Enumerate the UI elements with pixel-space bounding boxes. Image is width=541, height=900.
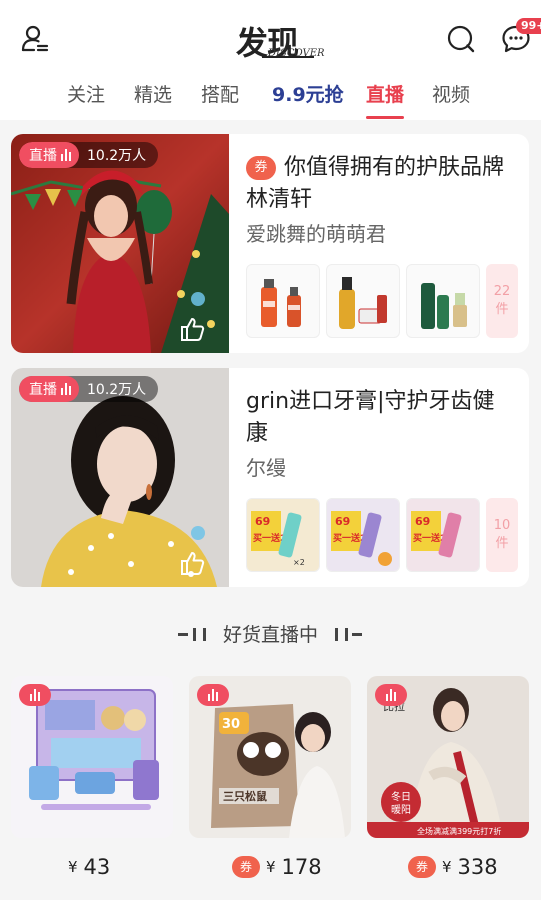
more-count: 22 xyxy=(493,284,511,299)
stream-title: grin进口牙膏|守护牙齿健康 xyxy=(246,389,495,446)
currency-symbol: ¥ xyxy=(68,858,78,876)
active-tab-indicator xyxy=(366,116,404,119)
live-label: 直播 xyxy=(29,148,57,164)
more-products-button[interactable]: 10 件 xyxy=(486,498,518,572)
search-icon xyxy=(447,25,475,53)
like-bubble-icon xyxy=(191,292,205,306)
coupon-badge: 券 xyxy=(232,856,260,878)
section-header: 好货直播中 xyxy=(0,620,541,650)
category-tabs: 关注 精选 搭配 9.9元抢 直播 视频 xyxy=(0,76,541,120)
product-card[interactable]: 比拉 全场满减满399元打7折 冬日 暖阳 xyxy=(367,676,529,838)
streamer-photo: 直播 10.2万人 xyxy=(11,368,229,587)
discover-logo: 发现 DISCOVER xyxy=(232,18,325,62)
winter-tag-line1: 冬日 xyxy=(391,790,411,803)
streamer-name: 爱跳舞的萌萌君 xyxy=(246,222,386,246)
logo-subtext: DISCOVER xyxy=(268,48,325,59)
user-profile-button[interactable] xyxy=(16,20,54,58)
live-label: 直播 xyxy=(29,382,57,398)
skincare-bottles-image xyxy=(261,279,301,327)
live-bars-icon xyxy=(208,689,218,701)
currency-symbol: ¥ xyxy=(266,858,276,876)
toothpaste-promo-image: 69 买一送2 ×2 xyxy=(247,499,319,571)
title-decoration-right-bar xyxy=(345,628,348,641)
brand-name: 三只松鼠 xyxy=(223,789,267,803)
section-title: 好货直播中 xyxy=(222,624,318,646)
product-card[interactable]: 30 三只松鼠 xyxy=(189,676,351,838)
live-bars-icon xyxy=(61,383,71,395)
product-thumbnail[interactable]: 69 买一送2 xyxy=(406,498,480,572)
stream-title-text: 你值得拥有的护肤品牌林清轩 xyxy=(246,155,505,212)
price-value: 178 xyxy=(281,855,322,879)
title-decoration-right xyxy=(352,633,362,636)
tab-flash-deals[interactable]: 9.9元抢 xyxy=(272,80,344,107)
stream-title: 券你值得拥有的护肤品牌林清轩 xyxy=(246,152,516,216)
live-badge xyxy=(19,684,51,706)
product-thumbnail[interactable]: 69 买一送2 ×2 xyxy=(246,498,320,572)
live-bars-icon xyxy=(386,689,396,701)
title-decoration-left-bar xyxy=(193,628,196,641)
more-unit: 件 xyxy=(495,302,509,317)
product-thumbnail[interactable] xyxy=(326,264,400,338)
more-products-button[interactable]: 22 件 xyxy=(486,264,518,338)
thumbs-up-icon[interactable] xyxy=(179,550,205,576)
top-header: 发现 DISCOVER 99+ 关注 精选 搭配 9.9元抢 直播 视频 xyxy=(0,0,541,120)
thumbs-up-icon[interactable] xyxy=(179,316,205,342)
search-button[interactable] xyxy=(442,20,480,58)
product-thumbnails: 69 买一送2 ×2 69 买一送2 69 买一送2 10 件 xyxy=(246,498,518,572)
streamer-photo: 直播 10.2万人 xyxy=(11,134,229,353)
product-thumbnail[interactable]: 69 买一送2 xyxy=(326,498,400,572)
title-decoration-right-bar xyxy=(335,628,338,641)
live-stream-card[interactable]: 直播 10.2万人 grin进口牙膏|守护牙齿健康 尔缦 69 买一送2 ×2 xyxy=(11,368,529,587)
tab-featured[interactable]: 精选 xyxy=(134,80,172,107)
currency-symbol: ¥ xyxy=(442,858,452,876)
promo-price: 69 xyxy=(255,515,270,528)
live-stream-card[interactable]: 直播 10.2万人 券你值得拥有的护肤品牌林清轩 爱跳舞的萌萌君 22 件 xyxy=(11,134,529,353)
tab-live[interactable]: 直播 xyxy=(366,80,404,107)
pack-badge: 30 xyxy=(222,717,240,732)
toothpaste-promo-image: 69 买一送2 xyxy=(407,499,479,571)
viewer-count: 10.2万人 xyxy=(87,148,147,164)
live-bars-icon xyxy=(61,149,71,161)
tab-follow[interactable]: 关注 xyxy=(67,80,105,107)
toothpaste-promo-image: 69 买一送2 xyxy=(327,499,399,571)
live-status-pill: 直播 10.2万人 xyxy=(19,142,159,168)
tab-video[interactable]: 视频 xyxy=(432,80,470,107)
winter-tag-line2: 暖阳 xyxy=(391,803,411,816)
product-card[interactable] xyxy=(11,676,173,838)
promo-price: 69 xyxy=(335,515,350,528)
promo-qty: ×2 xyxy=(293,558,305,567)
like-bubble-icon xyxy=(191,526,205,540)
streamer-name: 尔缦 xyxy=(246,456,286,480)
price-value: 43 xyxy=(83,855,111,879)
live-label-badge: 直播 xyxy=(19,376,79,402)
viewer-count: 10.2万人 xyxy=(87,382,147,398)
coupon-badge: 券 xyxy=(246,156,276,180)
live-status-pill: 直播 10.2万人 xyxy=(19,376,159,402)
product-thumbnails: 22 件 xyxy=(246,264,518,338)
promo-banner-text: 全场满减满399元打7折 xyxy=(417,826,501,836)
promo-price: 69 xyxy=(415,515,430,528)
user-icon xyxy=(21,25,49,52)
live-bars-icon xyxy=(30,689,40,701)
live-badge xyxy=(375,684,407,706)
title-decoration-left xyxy=(178,633,188,636)
live-label-badge: 直播 xyxy=(19,142,79,168)
message-count-badge: 99+ xyxy=(516,18,541,34)
price-value: 338 xyxy=(457,855,498,879)
coupon-badge: 券 xyxy=(408,856,436,878)
product-price: ¥ 43 xyxy=(68,852,110,882)
title-decoration-left-bar xyxy=(203,628,206,641)
more-count: 10 xyxy=(493,518,511,533)
serum-set-image xyxy=(339,277,387,329)
more-unit: 件 xyxy=(495,536,509,551)
product-price: 券 ¥ 178 xyxy=(232,852,322,882)
product-thumbnail[interactable] xyxy=(406,264,480,338)
live-badge xyxy=(197,684,229,706)
tab-outfit[interactable]: 搭配 xyxy=(201,80,239,107)
product-thumbnail[interactable] xyxy=(246,264,320,338)
product-price: 券 ¥ 338 xyxy=(408,852,498,882)
green-bottles-image xyxy=(421,283,467,329)
